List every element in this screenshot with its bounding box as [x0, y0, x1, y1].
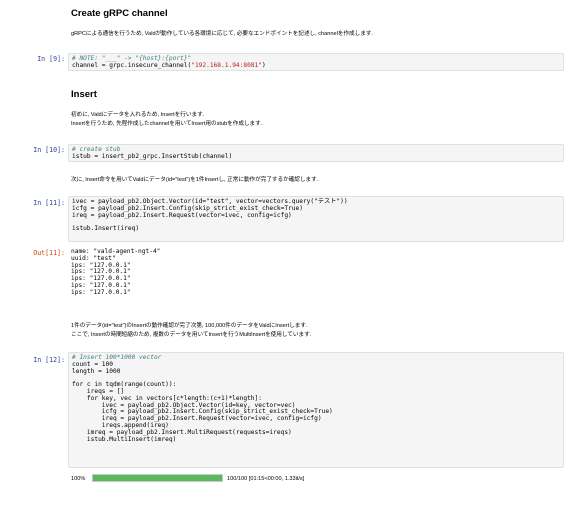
- section-desc-insert-1: 初めに, Valdにデータを入れるため, Insertを行います.: [71, 112, 205, 118]
- code-line: istub.Insert(ireq): [72, 225, 140, 233]
- section-heading-insert: Insert: [71, 89, 97, 100]
- text-cell-after-out11-2: ここで, Insertの時間短縮のため, 複数のデータを用いてInsertを行う…: [71, 332, 312, 338]
- code-line: length = 1000: [72, 367, 121, 375]
- text-cell-after-out11-1: 1件のデータ(id="test")のInsertの動作確認が完了次第, 100,…: [71, 323, 308, 329]
- section-desc-create-channel: gRPCによる通信を行うため, Valdが動作している各環境に応じて, 必要なエ…: [71, 31, 373, 37]
- text-cell-before-in11: 次に, Insert命令を用いてValdにデータ(id="test")を1件In…: [71, 177, 319, 183]
- code-line: channel = grpc.insecure_channel(: [72, 61, 192, 69]
- cell-prompt-in10: In [10]:: [33, 146, 65, 154]
- code-cell-in12[interactable]: # Insert 100*1000 vector count = 100 len…: [68, 352, 564, 468]
- cell-prompt-in12: In [12]:: [33, 356, 65, 364]
- cell-prompt-in9: In [9]:: [37, 55, 65, 63]
- output-text-out11: name: "vald-agent-ngt-4" uuid: "test" ip…: [71, 248, 161, 296]
- code-line: ): [262, 61, 266, 69]
- cell-prompt-in11: In [11]:: [33, 199, 65, 207]
- code-line: ireq = payload_pb2.Insert.Request(vector…: [72, 211, 292, 219]
- progress-status: 100/100 [01:15<00:00, 1.33it/s]: [227, 476, 305, 482]
- progress-percent: 100%: [71, 476, 86, 482]
- progress-bar: [92, 474, 223, 482]
- code-cell-in9[interactable]: # NOTE: "___" -> "{host}:{port}" channel…: [68, 53, 564, 71]
- code-string: "192.168.1.94:8081": [191, 61, 262, 69]
- code-line: istub.MultiInsert(imreq): [72, 435, 177, 443]
- code-line: istub = insert_pb2_grpc.InsertStub(chann…: [72, 152, 233, 160]
- progress-bar-fill: [93, 475, 222, 481]
- code-cell-in10[interactable]: # create stub istub = insert_pb2_grpc.In…: [68, 144, 564, 162]
- code-cell-in11[interactable]: ivec = payload_pb2.Object.Vector(id="tes…: [68, 196, 564, 242]
- section-heading-create-channel: Create gRPC channel: [71, 8, 168, 19]
- section-desc-insert-2: Insertを行うため, 先程作成したchannelを用いてInsert用のst…: [71, 121, 263, 127]
- cell-prompt-out11: Out[11]:: [33, 249, 65, 257]
